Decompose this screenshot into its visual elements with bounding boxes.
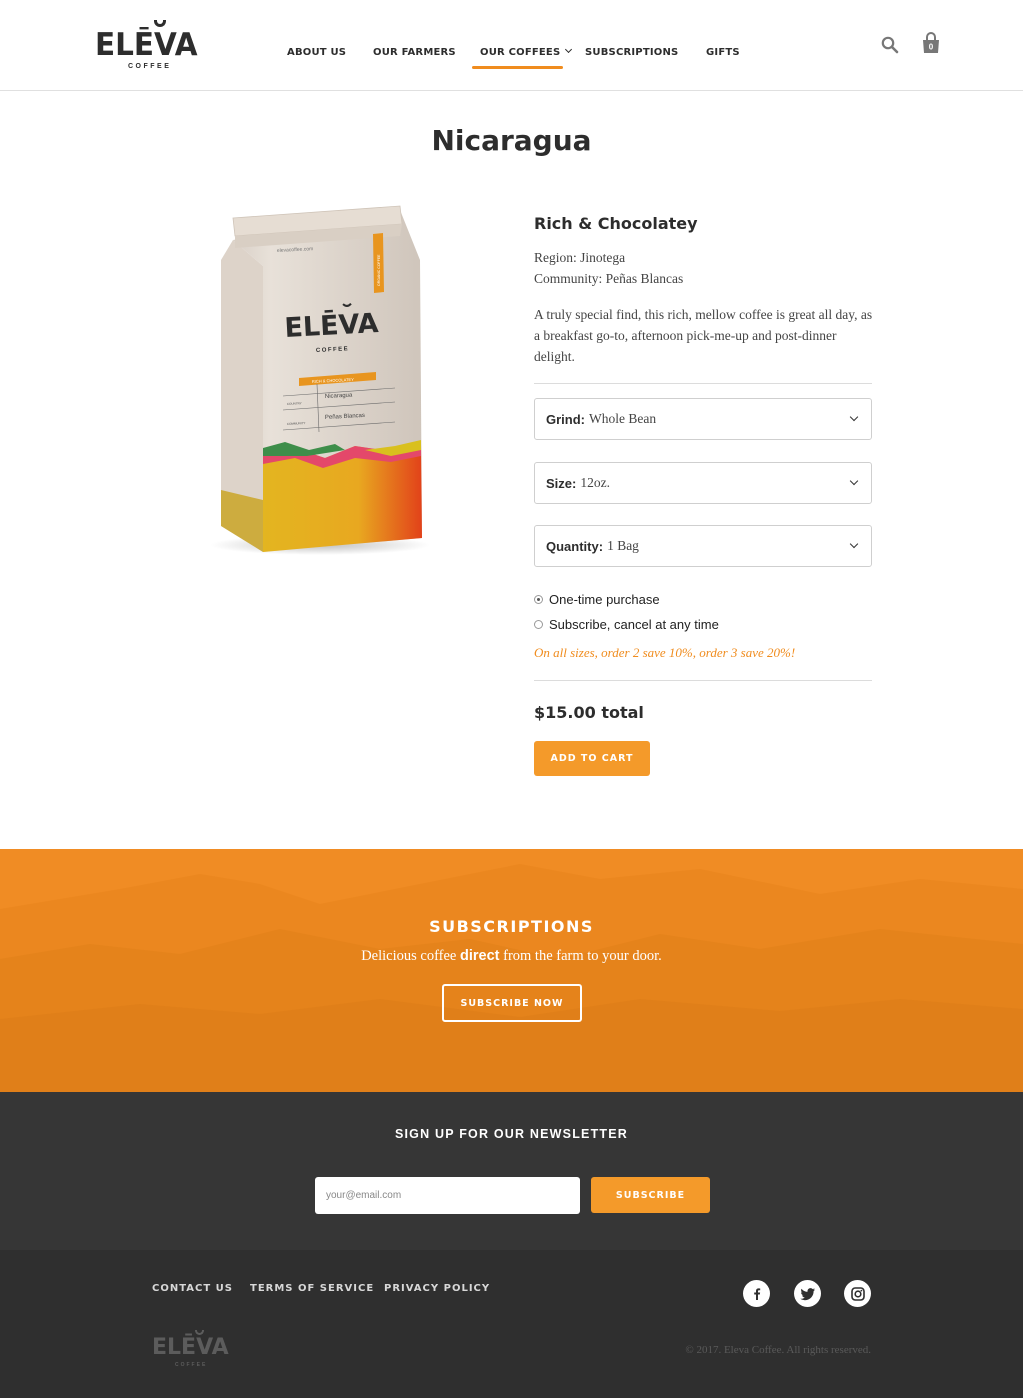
product-image: elevacoffee.com ORGANIC COFFEE ELĒVA COF… [195, 200, 435, 560]
product-subtitle: Rich & Chocolatey [534, 214, 698, 233]
subscribe-now-button[interactable]: SUBSCRIBE NOW [442, 984, 582, 1022]
logo-breve-mark [154, 20, 166, 27]
add-to-cart-button[interactable]: ADD TO CART [534, 741, 650, 776]
email-field[interactable]: your@email.com [315, 1177, 580, 1214]
size-select[interactable]: Size: 12oz. [534, 462, 872, 504]
page-title: Nicaragua [431, 124, 592, 157]
nav-active-indicator [472, 66, 563, 69]
nav-item-our-coffees-label: OUR COFFEES [480, 47, 561, 58]
subscriptions-banner: SUBSCRIPTIONS Delicious coffee direct fr… [0, 849, 1023, 1092]
one-time-purchase-option[interactable]: One-time purchase [534, 592, 660, 607]
product-description: A truly special find, this rich, mellow … [534, 307, 873, 364]
site-footer: CONTACT US TERMS OF SERVICE PRIVACY POLI… [0, 1250, 1023, 1398]
search-icon[interactable] [881, 36, 899, 54]
site-header: ELĒVA COFFEE ABOUT US OUR FARMERS OUR CO… [0, 0, 1023, 91]
newsletter-title: SIGN UP FOR OUR NEWSLETTER [394, 1127, 629, 1141]
divider [534, 680, 872, 681]
divider [534, 383, 872, 384]
chevron-down-icon [849, 539, 859, 549]
bag-country-label: COUNTRY [287, 401, 302, 406]
facebook-icon [753, 1287, 760, 1300]
cart-button[interactable]: 0 [921, 32, 941, 54]
footer-link-terms-of-service[interactable]: TERMS OF SERVICE [250, 1283, 374, 1294]
grind-value: Whole Bean [589, 411, 657, 426]
nav-item-our-coffees[interactable]: OUR COFFEES [480, 45, 573, 58]
mountain-background [0, 864, 1023, 1092]
footer-link-privacy-policy[interactable]: PRIVACY POLICY [384, 1283, 490, 1294]
size-label: Size: [546, 475, 577, 491]
size-value: 12oz. [580, 475, 610, 490]
nav-item-subscriptions[interactable]: SUBSCRIPTIONS [585, 47, 678, 58]
subscribe-option[interactable]: Subscribe, cancel at any time [534, 617, 719, 632]
subscriptions-text-before: Delicious coffee [361, 948, 460, 964]
grind-select[interactable]: Grind: Whole Bean [534, 398, 872, 440]
logo-subtext: COFFEE [128, 63, 172, 70]
footer-logo-subtext: COFFEE [175, 1362, 208, 1368]
instagram-icon [850, 1286, 865, 1301]
brand-logo[interactable]: ELĒVA COFFEE [95, 20, 201, 72]
bag-side-label: ORGANIC COFFEE [377, 254, 381, 286]
shopping-bag-icon: 0 [923, 32, 939, 53]
subscribe-radio[interactable] [534, 620, 543, 629]
twitter-icon [799, 1287, 815, 1300]
grind-label: Grind: [546, 411, 585, 427]
chevron-down-icon [849, 476, 859, 486]
subscriptions-title: SUBSCRIPTIONS [429, 917, 594, 936]
email-field-placeholder: your@email.com [326, 1190, 402, 1201]
footer-logo-wordmark: ELĒVA [152, 1335, 229, 1360]
product-region: Region: Jinotega [534, 250, 626, 265]
copyright-text: © 2017. Eleva Coffee. All rights reserve… [685, 1344, 871, 1356]
chevron-down-icon [849, 412, 859, 422]
twitter-link[interactable] [794, 1280, 821, 1307]
quantity-label: Quantity: [546, 538, 604, 554]
logo-wordmark: ELĒVA [95, 27, 198, 63]
one-time-purchase-label: One-time purchase [549, 592, 660, 607]
facebook-link[interactable] [743, 1280, 770, 1307]
newsletter-subscribe-button[interactable]: SUBSCRIBE [591, 1177, 710, 1213]
quantity-value: 1 Bag [607, 538, 639, 553]
nav-item-gifts[interactable]: GIFTS [706, 47, 740, 58]
instagram-link[interactable] [844, 1280, 871, 1307]
quantity-select[interactable]: Quantity: 1 Bag [534, 525, 872, 567]
product-price: $15.00 total [534, 703, 644, 722]
one-time-purchase-radio[interactable] [534, 595, 543, 604]
nav-item-our-farmers[interactable]: OUR FARMERS [373, 47, 456, 58]
subscriptions-text: Delicious coffee direct from the farm to… [0, 948, 1023, 965]
newsletter-section: SIGN UP FOR OUR NEWSLETTER your@email.co… [0, 1092, 1023, 1250]
chevron-down-icon [565, 45, 573, 54]
footer-logo[interactable]: ELĒVA COFFEE [152, 1330, 232, 1370]
nav-item-about-us[interactable]: ABOUT US [287, 47, 346, 58]
cart-count: 0 [929, 43, 934, 52]
footer-link-contact-us[interactable]: CONTACT US [152, 1283, 233, 1294]
promo-text: On all sizes, order 2 save 10%, order 3 … [534, 645, 796, 660]
subscribe-label: Subscribe, cancel at any time [549, 617, 719, 632]
subscriptions-text-after: from the farm to your door. [499, 948, 662, 964]
subscriptions-text-bold: direct [459, 948, 500, 964]
product-community: Community: Peñas Blancas [534, 271, 684, 286]
bag-brand: ELĒVA [284, 307, 380, 344]
